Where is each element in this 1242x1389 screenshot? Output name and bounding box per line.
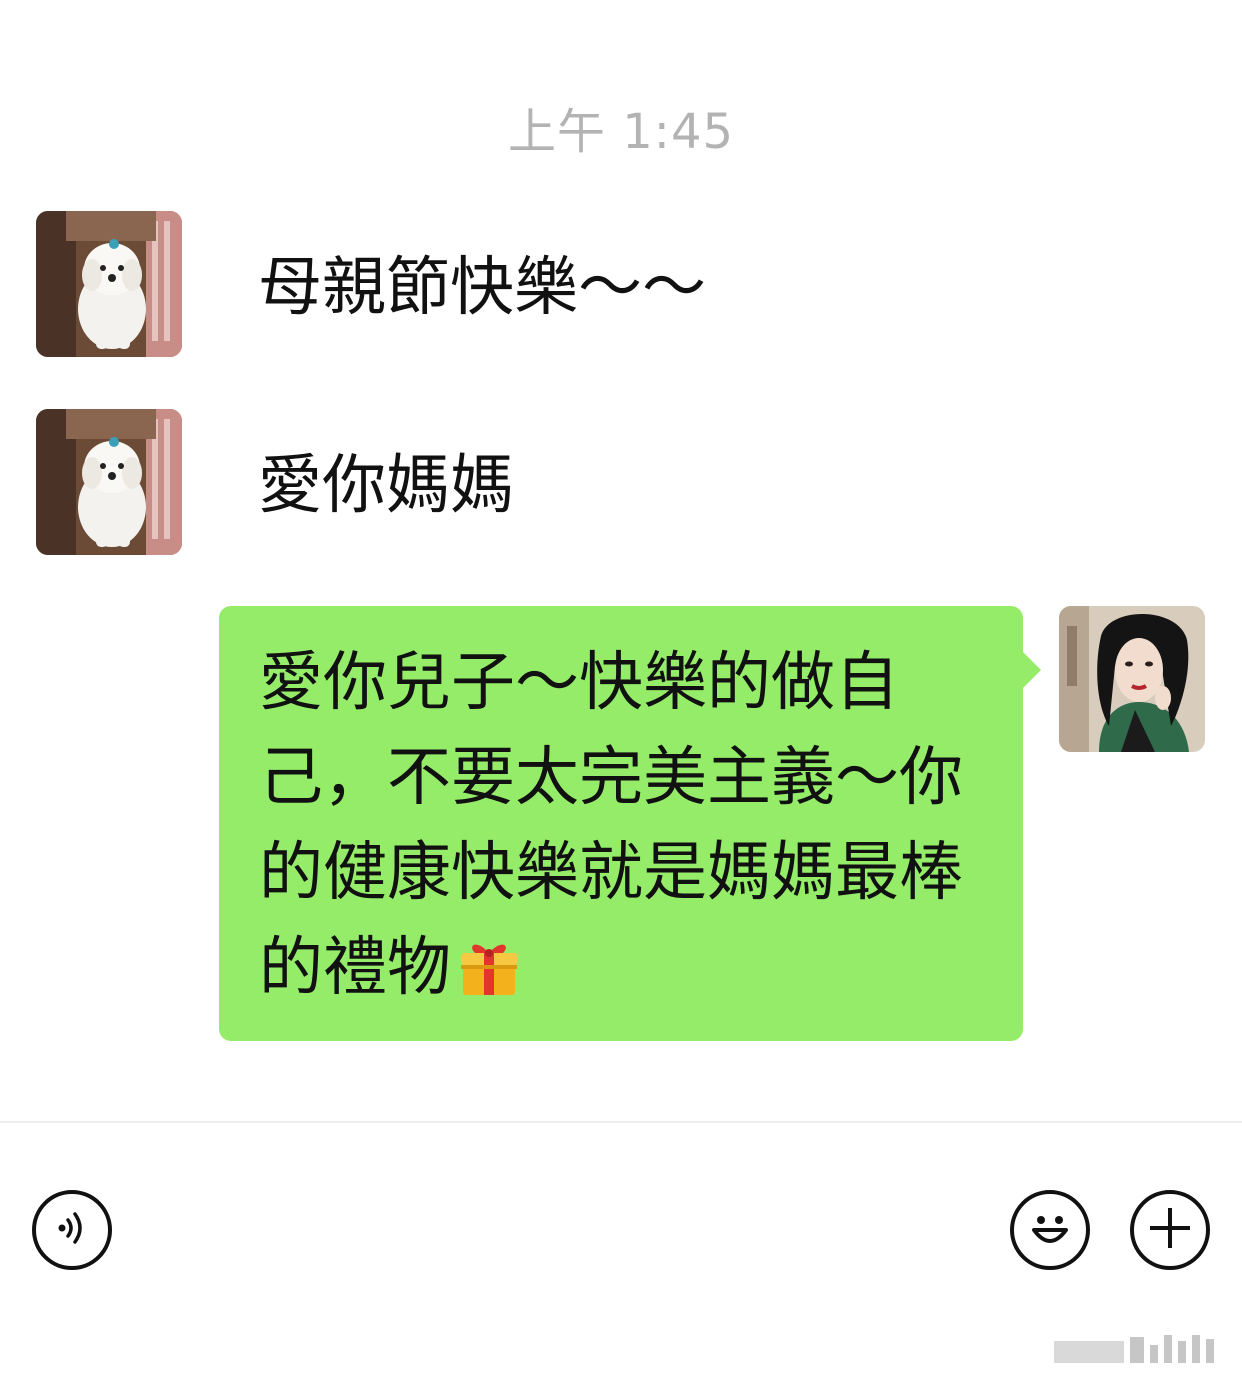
timestamp: 上午 1:45 [507,104,735,160]
plus-button[interactable] [1130,1190,1210,1270]
woman-avatar[interactable] [1059,606,1205,752]
input-bar [0,1123,1242,1389]
dog-photo [36,211,182,357]
dog-avatar[interactable] [36,409,182,555]
woman-photo [1059,606,1205,752]
outgoing-message: 愛你兒子～快樂的做自己，不要太完美主義～你的健康快樂就是媽媽最棒的禮物 [259,646,963,1005]
dog-photo [36,409,182,555]
outgoing-message-bubble[interactable]: 愛你兒子～快樂的做自己，不要太完美主義～你的健康快樂就是媽媽最棒的禮物 [219,606,1041,1041]
chat-area: 上午 1:45 母親節快樂～～ 愛你媽媽 愛你兒子～快樂的做自己，不要太完美主義… [0,0,1242,1120]
voice-icon [52,1208,92,1252]
voice-button[interactable] [32,1190,112,1270]
incoming-message[interactable]: 愛你媽媽 [258,446,514,526]
incoming-message[interactable]: 母親節快樂～～ [258,248,706,328]
outgoing-message-text: 愛你兒子～快樂的做自己，不要太完美主義～你的健康快樂就是媽媽最棒的禮物 [259,636,999,1026]
watermark-logo [1054,1333,1214,1363]
gift-icon [457,931,521,1026]
dog-avatar[interactable] [36,211,182,357]
emoji-icon [1022,1200,1078,1260]
plus-icon [1146,1204,1194,1256]
emoji-button[interactable] [1010,1190,1090,1270]
